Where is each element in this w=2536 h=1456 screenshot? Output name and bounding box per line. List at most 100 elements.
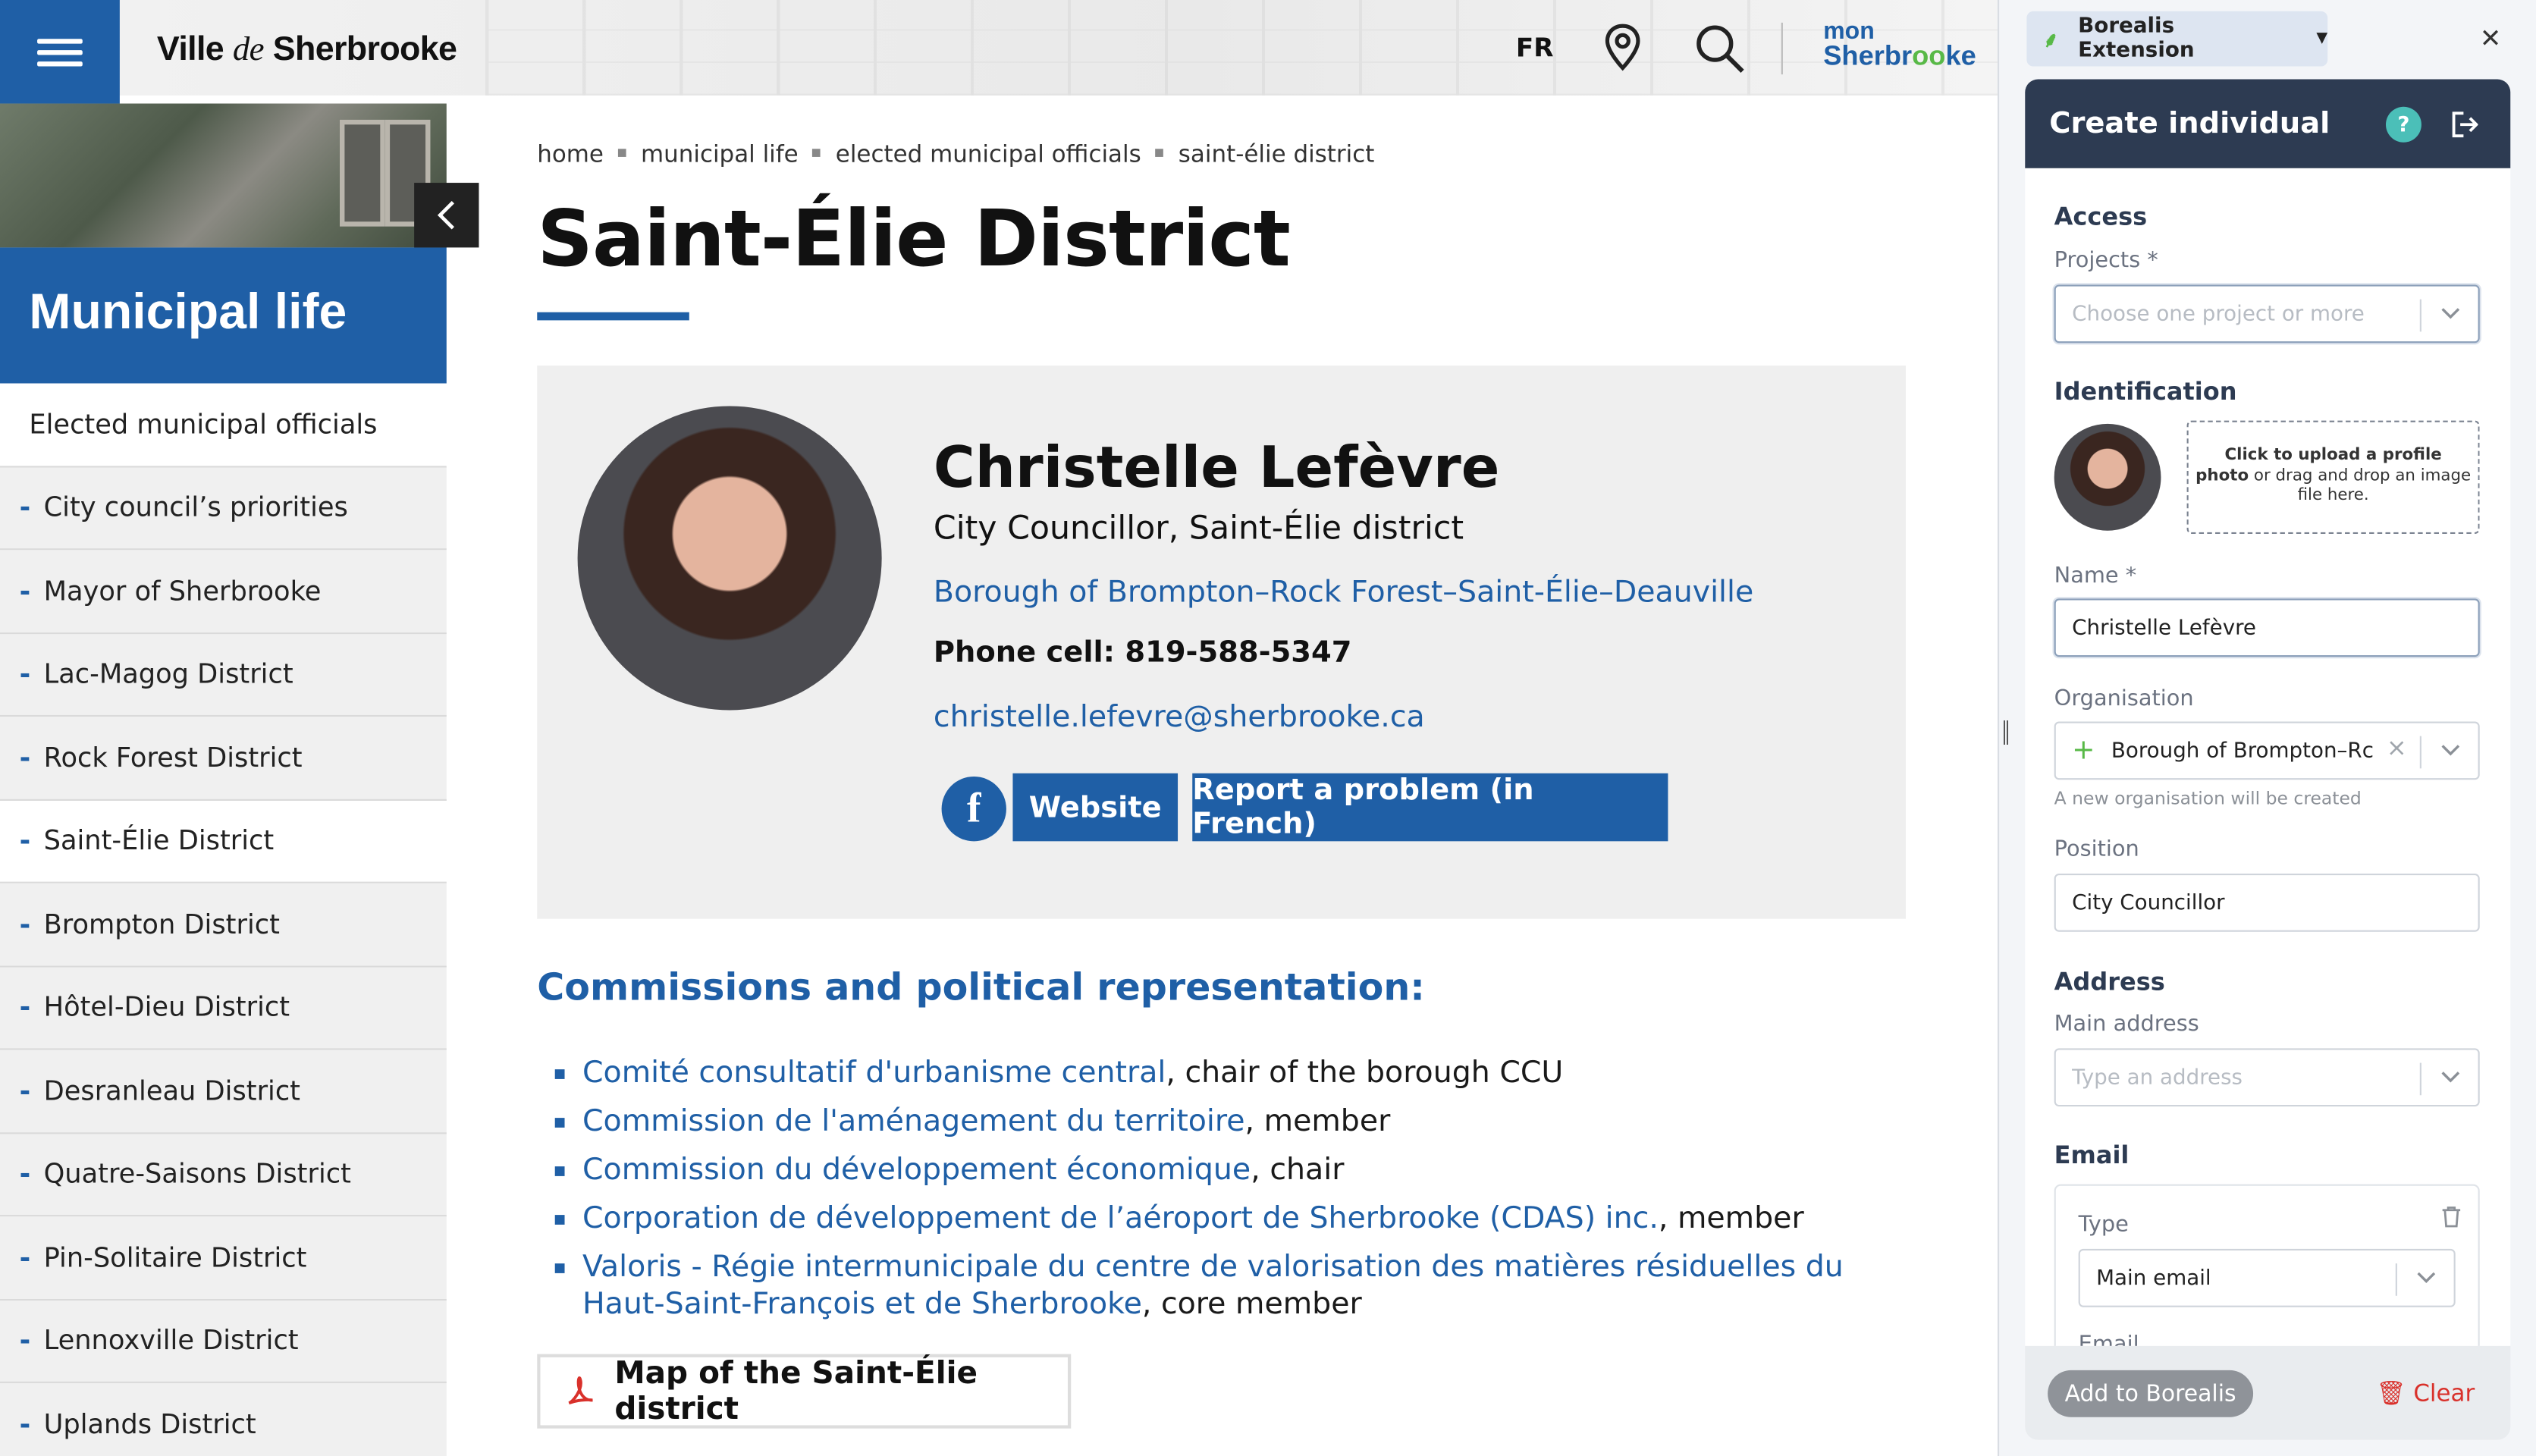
- report-problem-button[interactable]: Report a problem (in French): [1192, 773, 1668, 842]
- mon-sherbrooke-link[interactable]: mon Sherbrooke: [1823, 20, 1976, 70]
- address-heading: Address: [2054, 967, 2165, 997]
- commission-link[interactable]: Commission du développement économique: [582, 1153, 1251, 1188]
- resize-handle-icon[interactable]: [2002, 719, 2010, 746]
- address-placeholder: Type an address: [2072, 1065, 2243, 1090]
- pdf-icon: [568, 1376, 593, 1405]
- official-role: City Councillor, Saint-Élie district: [933, 507, 1464, 548]
- caret-down-icon: ▼: [2316, 30, 2328, 47]
- clear-selection-icon[interactable]: ×: [2387, 733, 2407, 761]
- projects-placeholder: Choose one project or more: [2072, 301, 2365, 326]
- select-divider: [2419, 736, 2421, 769]
- section-nav: Elected municipal officials - City counci…: [0, 383, 447, 1456]
- commission-role: , member: [1658, 1202, 1804, 1236]
- site-logo[interactable]: Ville de Sherbrooke: [157, 29, 457, 69]
- title-underline: [537, 312, 689, 321]
- official-card: Christelle Lefèvre City Councillor, Sain…: [537, 366, 1907, 919]
- email-type-select[interactable]: Main email: [2078, 1248, 2456, 1307]
- upload-text-bold: photo: [2195, 466, 2249, 485]
- commission-link[interactable]: Corporation de développement de l’aéropo…: [582, 1202, 1659, 1236]
- organisation-hint: A new organisation will be created: [2054, 787, 2362, 809]
- nav-item-label: City council’s priorities: [43, 492, 348, 523]
- nav-item[interactable]: - Lac-Magog District: [0, 633, 447, 717]
- menu-button[interactable]: [0, 0, 120, 104]
- nav-item[interactable]: - Brompton District: [0, 883, 447, 967]
- panel-footer: Add to Borealis 🗑 Clear: [2025, 1345, 2511, 1440]
- position-field[interactable]: City Councillor: [2054, 873, 2480, 932]
- header-background-photo: [485, 0, 1998, 96]
- nav-item-label: Brompton District: [43, 908, 280, 940]
- projects-label: Projects *: [2054, 247, 2158, 274]
- address-input[interactable]: Type an address: [2054, 1048, 2480, 1107]
- nav-bullet: -: [19, 1158, 31, 1190]
- breadcrumb: home municipal life elected municipal offi…: [537, 143, 1374, 168]
- plus-icon: +: [2072, 734, 2095, 767]
- search-icon[interactable]: [1694, 23, 1746, 81]
- header-divider: [1781, 22, 1783, 75]
- name-value: Christelle Lefèvre: [2072, 615, 2256, 640]
- extension-selector[interactable]: ⸙ Borealis Extension ▼: [2026, 11, 2328, 67]
- breadcrumb-link[interactable]: municipal life: [641, 143, 799, 168]
- nav-item[interactable]: - Quatre-Saisons District: [0, 1133, 447, 1217]
- nav-item[interactable]: - Lennoxville District: [0, 1300, 447, 1383]
- nav-bullet: -: [19, 1075, 31, 1106]
- nav-item[interactable]: - Mayor of Sherbrooke: [0, 550, 447, 634]
- commission-link[interactable]: Commission de l'aménagement du territoir…: [582, 1105, 1245, 1139]
- select-divider: [2395, 1263, 2397, 1296]
- organisation-select[interactable]: + Borough of Brompton–Rc ×: [2054, 721, 2480, 780]
- nav-item[interactable]: - Desranleau District: [0, 1050, 447, 1134]
- commissions-list: Comité consultatif d'urbanisme central , …: [554, 1055, 1882, 1335]
- trash-icon[interactable]: [2441, 1205, 2462, 1228]
- nav-item-label: Rock Forest District: [43, 742, 303, 774]
- nav-bullet: -: [19, 742, 31, 774]
- page-title: Saint-Élie District: [537, 193, 1291, 285]
- main-address-label: Main address: [2054, 1011, 2199, 1037]
- help-icon[interactable]: ?: [2385, 106, 2421, 143]
- name-field[interactable]: Christelle Lefèvre: [2054, 598, 2480, 657]
- nav-item-active[interactable]: - Saint-Élie District: [0, 799, 447, 883]
- nav-bullet: -: [19, 1408, 31, 1440]
- breadcrumb-link[interactable]: elected municipal officials: [836, 143, 1141, 168]
- nav-bullet: -: [19, 908, 31, 940]
- breadcrumb-separator: [1155, 149, 1164, 157]
- location-pin-icon[interactable]: [1602, 23, 1643, 78]
- nav-bullet: -: [19, 992, 31, 1023]
- nav-item[interactable]: - City council’s priorities: [0, 466, 447, 551]
- nav-item[interactable]: - Pin-Solitaire District: [0, 1216, 447, 1301]
- profile-photo-dropzone[interactable]: Click to upload a profile photo or drag …: [2186, 420, 2480, 534]
- email-heading: Email: [2054, 1140, 2130, 1170]
- facebook-icon[interactable]: f: [941, 776, 1006, 842]
- breadcrumb-link[interactable]: home: [537, 143, 604, 168]
- website-button[interactable]: Website: [1012, 773, 1179, 842]
- commission-link[interactable]: Comité consultatif d'urbanisme central: [582, 1056, 1166, 1090]
- email-entry-card: Type Main email Email: [2054, 1184, 2480, 1346]
- name-label: Name *: [2054, 563, 2137, 589]
- borough-link[interactable]: Borough of Brompton–Rock Forest–Saint-Él…: [934, 576, 1753, 610]
- projects-select[interactable]: Choose one project or more: [2054, 284, 2480, 344]
- list-item: Corporation de développement de l’aéropo…: [554, 1200, 1882, 1238]
- select-divider: [2419, 299, 2421, 332]
- extension-selector-label: Borealis Extension: [2078, 14, 2195, 64]
- nav-bullet: -: [19, 492, 31, 523]
- nav-item-elected-officials[interactable]: Elected municipal officials: [0, 383, 447, 467]
- logout-icon[interactable]: [2449, 110, 2479, 147]
- select-divider: [2419, 1062, 2421, 1096]
- add-to-borealis-button[interactable]: Add to Borealis: [2048, 1370, 2254, 1417]
- language-toggle[interactable]: FR: [1516, 33, 1554, 64]
- collapse-nav-button[interactable]: [414, 183, 479, 248]
- breadcrumb-current: saint-élie district: [1178, 142, 1375, 168]
- nav-item[interactable]: - Uplands District: [0, 1382, 447, 1456]
- upload-text-bold: Click to upload a profile: [2224, 446, 2442, 465]
- clear-button[interactable]: 🗑 Clear: [2376, 1380, 2475, 1407]
- nav-bullet: -: [19, 1325, 31, 1357]
- district-map-button[interactable]: Map of the Saint-Élie district: [537, 1354, 1072, 1429]
- nav-item-label: Mayor of Sherbrooke: [43, 575, 322, 607]
- nav-section-title: Municipal life: [0, 247, 447, 384]
- organisation-value: Borough of Brompton–Rc: [2111, 738, 2374, 763]
- nav-item[interactable]: - Hôtel-Dieu District: [0, 966, 447, 1050]
- position-value: City Councillor: [2072, 890, 2225, 915]
- email-link[interactable]: christelle.lefevre@sherbrooke.ca: [934, 701, 1425, 735]
- nav-item[interactable]: - Rock Forest District: [0, 717, 447, 800]
- photo-window: [339, 119, 385, 227]
- close-icon[interactable]: ✕: [2480, 23, 2502, 54]
- clear-label: Clear: [2413, 1381, 2475, 1407]
